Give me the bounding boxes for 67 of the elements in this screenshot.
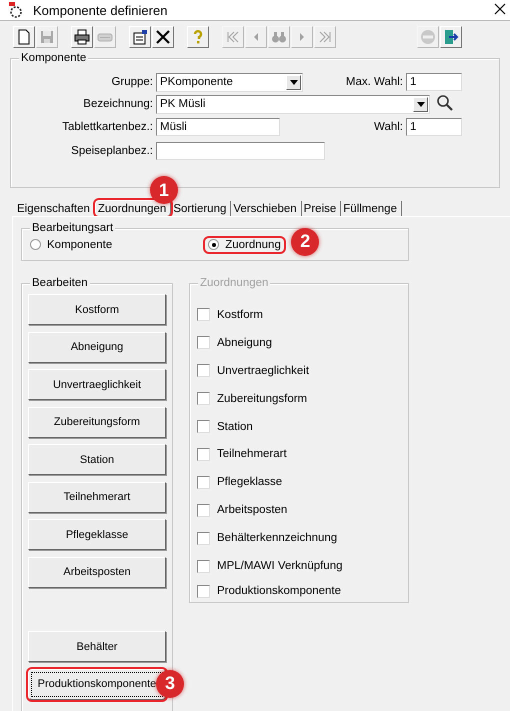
checkbox-label: Abneigung	[217, 336, 272, 349]
tab[interactable]: Füllmenge	[341, 201, 402, 216]
checkbox-label: Teilnehmerart	[217, 448, 287, 460]
text-field[interactable]: Müsli	[156, 118, 280, 136]
tab[interactable]: Zuordnungen	[94, 200, 172, 216]
group-title: Zuordnungen	[198, 276, 270, 290]
dropdown-arrow-icon	[290, 80, 298, 84]
callout-badge: 3	[156, 670, 184, 698]
delete-icon	[155, 29, 171, 45]
tab[interactable]: Eigenschaften	[15, 201, 95, 216]
action-button[interactable]: Kostform	[28, 294, 166, 325]
checkbox-label: MPL/MAWI Verknüpfung	[217, 560, 342, 572]
last-record-icon	[317, 29, 333, 45]
save-icon	[39, 29, 55, 45]
action-button[interactable]: Station	[28, 444, 166, 475]
action-button[interactable]: Produktionskomponente	[28, 668, 166, 700]
text-field[interactable]: 1	[406, 73, 462, 91]
checkbox-label: Zubereitungsform	[217, 392, 308, 405]
new-document-icon	[16, 29, 32, 45]
action-button[interactable]: Abneigung	[28, 332, 166, 362]
app-icon	[8, 2, 24, 18]
binoculars-icon	[271, 29, 287, 45]
action-button[interactable]: Teilnehmerart	[28, 482, 166, 512]
printer-icon	[74, 29, 90, 45]
text-field[interactable]	[156, 142, 325, 160]
dropdown-arrow-icon	[416, 102, 424, 106]
radio-button[interactable]: Komponente	[27, 238, 116, 252]
checkbox-label: Arbeitsposten	[217, 504, 288, 516]
toolbar-button[interactable]	[13, 26, 35, 48]
action-button[interactable]: Unvertraeglichkeit	[28, 369, 166, 400]
window-title: Komponente definieren	[33, 2, 168, 18]
properties-icon	[132, 29, 148, 45]
stop-sign-icon	[420, 29, 436, 45]
callout-badge: 1	[150, 176, 178, 204]
dropdown[interactable]: PKomponente	[156, 72, 303, 92]
field-label: Tablettkartenbez.:	[61, 121, 154, 133]
toolbar-button[interactable]	[152, 26, 174, 48]
checkbox-label: Unvertraeglichkeit	[217, 364, 310, 377]
action-button[interactable]: Pflegeklasse	[28, 519, 166, 550]
field-label: Max. Wahl:	[344, 76, 404, 88]
callout-badge: 2	[291, 228, 320, 256]
toolbar-button[interactable]	[129, 26, 151, 48]
toolbar-button[interactable]	[71, 26, 93, 48]
action-button[interactable]: Zubereitungsform	[28, 406, 166, 438]
toolbar-button[interactable]	[440, 26, 462, 48]
search-icon[interactable]	[436, 94, 454, 112]
group-title: Komponente	[19, 51, 88, 65]
checkbox-label: Pflegeklasse	[217, 476, 282, 488]
radio-button[interactable]: Zuordnung	[205, 238, 284, 252]
dropdown[interactable]: PK Müsli	[156, 94, 430, 114]
group-title: Bearbeitungsart	[30, 221, 116, 235]
tab[interactable]: Preise	[302, 201, 342, 216]
checkbox-label: Station	[217, 420, 253, 433]
checkbox-label: Produktionskomponente	[217, 585, 342, 598]
tab[interactable]: Verschieben	[231, 201, 302, 216]
tab[interactable]: Sortierung	[171, 201, 232, 216]
field-label: Wahl:	[373, 121, 404, 133]
exit-door-icon	[443, 29, 459, 45]
field-label: Bezeichnung:	[82, 98, 154, 110]
checkbox-label: Kostform	[217, 308, 264, 321]
text-field[interactable]: 1	[406, 118, 462, 136]
action-button[interactable]: Arbeitsposten	[28, 556, 166, 588]
checkbox-label: Behälterkennzeichnung	[217, 532, 338, 544]
first-record-icon	[225, 29, 241, 45]
field-label: Gruppe:	[110, 76, 154, 88]
action-button[interactable]: Behälter	[28, 631, 166, 662]
field-label: Speiseplanbez.:	[70, 145, 154, 157]
